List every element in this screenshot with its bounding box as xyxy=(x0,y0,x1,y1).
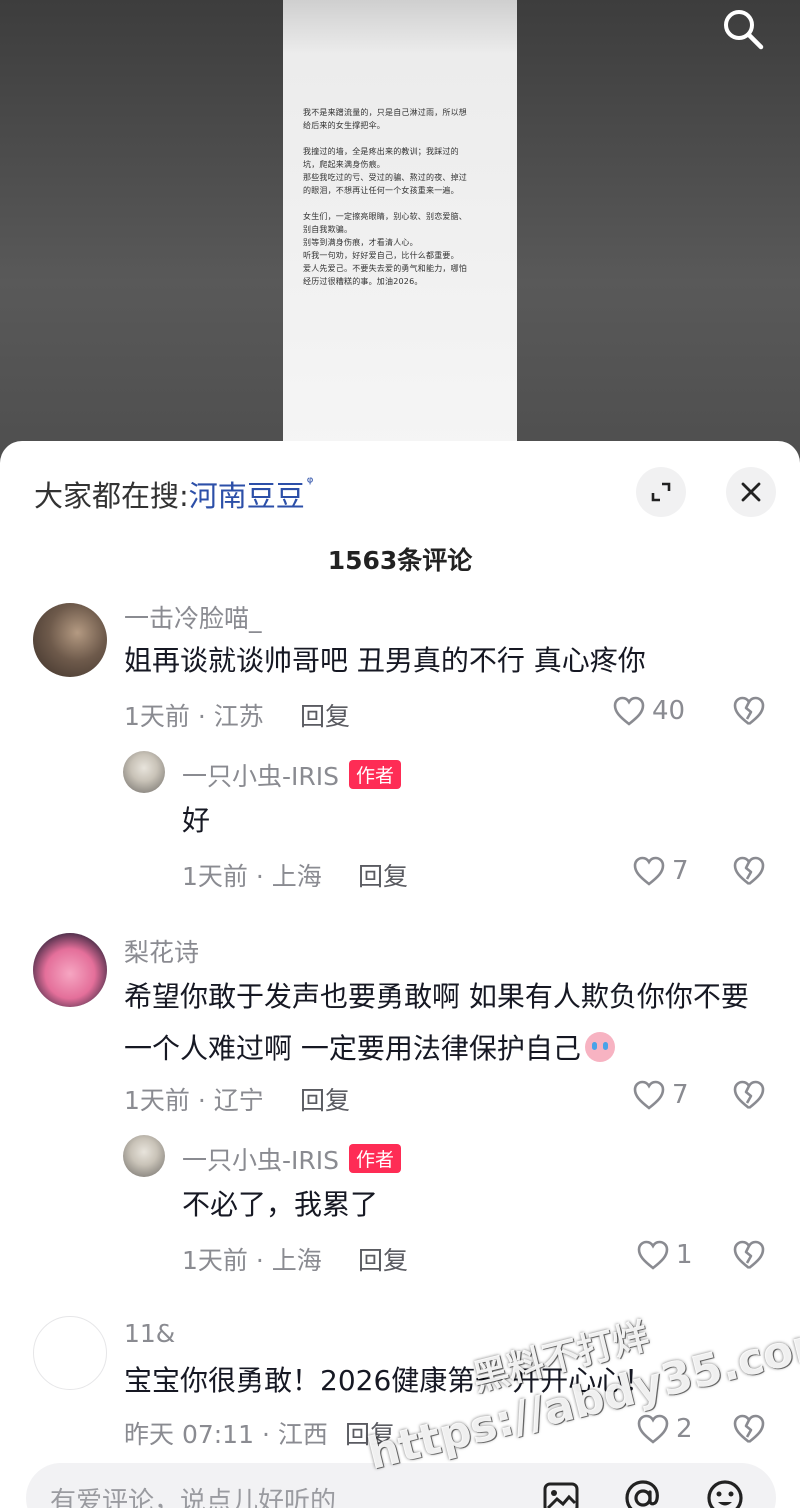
search-button[interactable] xyxy=(720,6,766,52)
broken-heart-icon xyxy=(733,696,765,726)
avatar[interactable] xyxy=(33,603,107,677)
like-count: 1 xyxy=(676,1240,693,1270)
author-badge: 作者 xyxy=(349,1144,402,1173)
comment-username[interactable]: 梨花诗 xyxy=(124,933,199,969)
like-count: 40 xyxy=(652,696,686,726)
comment-input[interactable]: 有爱评论，说点儿好听的 xyxy=(50,1481,336,1508)
close-button[interactable] xyxy=(726,467,776,517)
dislike-button[interactable] xyxy=(732,1239,766,1275)
image-button[interactable] xyxy=(538,1475,584,1508)
video-paragraph: 我不是来蹭流量的，只是自己淋过雨，所以想 给后来的女生撑把伞。 xyxy=(303,108,467,130)
like-button[interactable]: 7 xyxy=(632,855,689,887)
comment-sheet: 大家都在搜:河南豆豆 ᵠ 1563条评论 一击冷脸喵_ 姐再谈就谈帅哥吧 丑男真的… xyxy=(0,441,800,1508)
comment-text: 希望你敢于发声也要勇敢啊 如果有人欺负你你不要一个人难过啊 一定要用法律保护自己 xyxy=(124,971,774,1075)
avatar[interactable] xyxy=(33,1316,107,1390)
comment-meta: 昨天 07:11 · 江西 xyxy=(124,1420,328,1449)
comment-meta: 1天前 · 上海 xyxy=(182,1246,322,1275)
like-count: 7 xyxy=(672,856,689,886)
mention-button[interactable] xyxy=(620,1475,666,1508)
avatar[interactable] xyxy=(123,1135,165,1177)
video-text-card: 我不是来蹭流量的，只是自己淋过雨，所以想 给后来的女生撑把伞。 我撞过的墙，全是… xyxy=(283,0,517,450)
dislike-button[interactable] xyxy=(732,1079,766,1115)
hot-search-keyword[interactable]: 河南豆豆 xyxy=(189,479,305,513)
dislike-button[interactable] xyxy=(732,855,766,891)
search-icon xyxy=(724,10,764,50)
video-paragraph: 女生们，一定擦亮眼睛，别心软、别恋爱脑、 别自我欺骗。 别等到满身伤痕，才看清人… xyxy=(303,212,467,286)
comment-text: 姐再谈就谈帅哥吧 丑男真的不行 真心疼你 xyxy=(124,644,646,677)
video-text: 我不是来蹭流量的，只是自己淋过雨，所以想 给后来的女生撑把伞。 我撞过的墙，全是… xyxy=(303,106,499,301)
crying-emoji-icon xyxy=(584,1032,615,1062)
heart-icon xyxy=(633,1080,665,1110)
reply-button[interactable]: 回复 xyxy=(345,1415,395,1451)
expand-icon xyxy=(651,482,671,502)
like-button[interactable]: 1 xyxy=(636,1239,693,1271)
broken-heart-icon xyxy=(733,1414,765,1444)
heart-icon xyxy=(633,856,665,886)
like-count: 2 xyxy=(676,1414,693,1444)
reply-button[interactable]: 回复 xyxy=(300,1081,350,1117)
reply-username-row: 一只小虫-IRIS 作者 xyxy=(182,757,402,793)
emoji-icon xyxy=(707,1480,743,1508)
hot-search-prefix: 大家都在搜: xyxy=(34,479,189,513)
comment-username[interactable]: 11& xyxy=(124,1319,175,1348)
image-icon xyxy=(543,1482,579,1508)
reply-button[interactable]: 回复 xyxy=(358,857,408,893)
hot-search[interactable]: 大家都在搜:河南豆豆 ᵠ xyxy=(34,473,313,515)
comment-text: 宝宝你很勇敢！2026健康第一 开开心心！ xyxy=(124,1364,653,1397)
dislike-button[interactable] xyxy=(732,695,766,731)
comment-username[interactable]: 一只小虫-IRIS xyxy=(182,1146,339,1175)
heart-icon xyxy=(613,696,645,726)
reply-button[interactable]: 回复 xyxy=(300,697,350,733)
comment-count: 1563条评论 xyxy=(327,546,473,575)
reply-username-row: 一只小虫-IRIS 作者 xyxy=(182,1141,402,1177)
close-icon xyxy=(741,482,761,502)
comment-text: 不必了，我累了 xyxy=(182,1188,379,1221)
like-button[interactable]: 7 xyxy=(632,1079,689,1111)
comment-input-bar[interactable]: 有爱评论，说点儿好听的 xyxy=(26,1463,776,1508)
avatar[interactable] xyxy=(33,933,107,1007)
at-icon xyxy=(625,1480,659,1508)
avatar[interactable] xyxy=(123,751,165,793)
comment-text: 好 xyxy=(182,804,211,837)
heart-icon xyxy=(637,1240,669,1270)
comment-meta: 1天前 · 辽宁 xyxy=(124,1086,264,1115)
broken-heart-icon xyxy=(733,1240,765,1270)
comment-username[interactable]: 一击冷脸喵_ xyxy=(124,599,262,635)
expand-button[interactable] xyxy=(636,467,686,517)
author-badge: 作者 xyxy=(349,760,402,789)
broken-heart-icon xyxy=(733,856,765,886)
search-small-icon: ᵠ xyxy=(306,473,314,492)
emoji-button[interactable] xyxy=(702,1475,748,1508)
like-count: 7 xyxy=(672,1080,689,1110)
comment-meta: 1天前 · 上海 xyxy=(182,862,322,891)
comment-username[interactable]: 一只小虫-IRIS xyxy=(182,762,339,791)
like-button[interactable]: 2 xyxy=(636,1413,693,1445)
sheet-header: 大家都在搜:河南豆豆 ᵠ xyxy=(0,441,800,541)
comment-text-content: 希望你敢于发声也要勇敢啊 如果有人欺负你你不要一个人难过啊 一定要用法律保护自己 xyxy=(124,980,749,1065)
like-button[interactable]: 40 xyxy=(612,695,685,727)
video-paragraph: 我撞过的墙，全是疼出来的教训；我踩过的 坑，爬起来满身伤痕。 那些我吃过的亏、受… xyxy=(303,147,467,195)
dislike-button[interactable] xyxy=(732,1413,766,1449)
broken-heart-icon xyxy=(733,1080,765,1110)
heart-icon xyxy=(637,1414,669,1444)
comment-meta: 1天前 · 江苏 xyxy=(124,702,264,731)
reply-button[interactable]: 回复 xyxy=(358,1241,408,1277)
